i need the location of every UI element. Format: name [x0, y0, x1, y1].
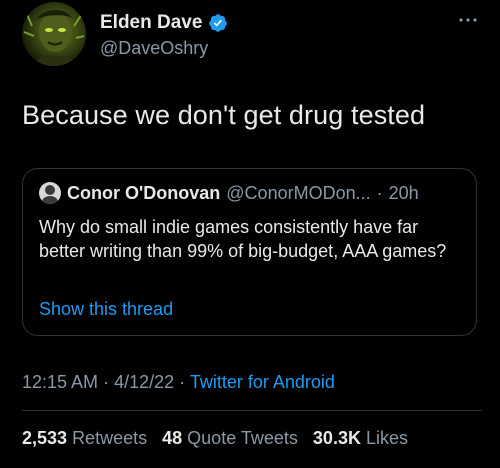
tweet: Elden Dave @DaveOshry Because we don't g…	[0, 0, 500, 468]
likes-count: 30.3K	[312, 428, 361, 448]
display-name[interactable]: Elden Dave	[100, 12, 202, 34]
meta-separator: ·	[179, 372, 186, 392]
tweet-time[interactable]: 12:15 AM	[22, 372, 98, 392]
likes-label: Likes	[365, 428, 409, 448]
quoted-tweet-header: Conor O'Donovan @ConorMODon... · 20h	[39, 182, 419, 204]
quoted-display-name: Conor O'Donovan	[67, 182, 221, 203]
tweet-date[interactable]: 4/12/22	[114, 372, 174, 392]
retweets-count: 2,533	[22, 428, 68, 448]
author-info: Elden Dave @DaveOshry	[100, 12, 228, 59]
retweets-label: Retweets	[72, 428, 148, 448]
quote-tweets-count: 48	[162, 428, 183, 448]
avatar-image	[23, 9, 85, 66]
likes-stat[interactable]: 30.3K Likes	[313, 428, 408, 448]
quote-tweets-stat[interactable]: 48 Quote Tweets	[162, 428, 298, 448]
divider	[22, 410, 482, 411]
verified-badge-icon	[208, 13, 228, 33]
tweet-source-link[interactable]: Twitter for Android	[190, 372, 335, 392]
show-thread-link[interactable]: Show this thread	[39, 299, 173, 320]
quoted-tweet-text: Why do small indie games consistently ha…	[39, 217, 447, 261]
handle[interactable]: @DaveOshry	[100, 38, 228, 59]
avatar[interactable]	[22, 2, 86, 66]
quoted-separator: ·	[376, 182, 383, 203]
quoted-tweet-card[interactable]: Conor O'Donovan @ConorMODon... · 20h Why…	[22, 168, 477, 336]
name-row: Elden Dave	[100, 12, 228, 34]
retweets-stat[interactable]: 2,533 Retweets	[22, 428, 147, 448]
tweet-text: Because we don't get drug tested	[22, 100, 426, 130]
more-options-icon[interactable]	[458, 12, 478, 23]
quoted-timestamp: 20h	[388, 182, 419, 203]
quoted-avatar	[39, 182, 61, 204]
quote-tweets-label: Quote Tweets	[187, 428, 298, 448]
meta-separator: ·	[103, 372, 110, 392]
engagement-stats: 2,533 Retweets 48 Quote Tweets 30.3K Lik…	[22, 428, 418, 449]
quoted-handle: @ConorMODon...	[226, 182, 371, 203]
tweet-meta: 12:15 AM · 4/12/22 · Twitter for Android	[22, 372, 335, 393]
